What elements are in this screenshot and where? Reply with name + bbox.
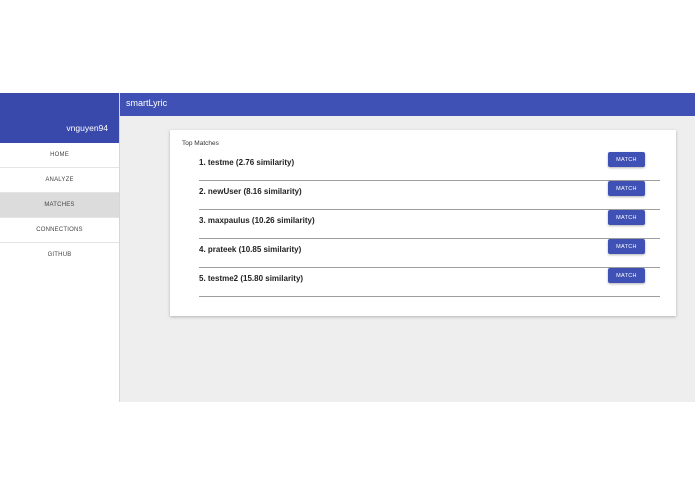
sidebar-item-matches[interactable]: MATCHES xyxy=(0,193,119,218)
match-row: 5. testme2 (15.80 similarity) MATCH xyxy=(199,267,660,297)
match-row: 4. prateek (10.85 similarity) MATCH xyxy=(199,238,660,268)
sidebar-item-home[interactable]: HOME xyxy=(0,143,119,168)
match-text: 2. newUser (8.16 similarity) xyxy=(199,187,302,196)
match-text: 4. prateek (10.85 similarity) xyxy=(199,245,302,254)
match-button[interactable]: MATCH xyxy=(608,181,645,196)
match-button[interactable]: MATCH xyxy=(608,210,645,225)
top-app-bar: smartLyric xyxy=(120,93,695,116)
match-text: 5. testme2 (15.80 similarity) xyxy=(199,274,304,283)
sidebar-item-connections[interactable]: CONNECTIONS xyxy=(0,218,119,243)
top-matches-card: Top Matches 1. testme (2.76 similarity) … xyxy=(170,130,676,316)
card-title: Top Matches xyxy=(182,140,219,147)
match-row: 2. newUser (8.16 similarity) MATCH xyxy=(199,180,660,210)
match-button[interactable]: MATCH xyxy=(608,268,645,283)
match-button[interactable]: MATCH xyxy=(608,152,645,167)
match-text: 3. maxpaulus (10.26 similarity) xyxy=(199,216,315,225)
app-title: smartLyric xyxy=(126,98,168,108)
sidebar: vnguyen94 HOME ANALYZE MATCHES CONNECTIO… xyxy=(0,93,120,402)
match-row: 3. maxpaulus (10.26 similarity) MATCH xyxy=(199,209,660,239)
sidebar-item-analyze[interactable]: ANALYZE xyxy=(0,168,119,193)
sidebar-item-github[interactable]: GITHUB xyxy=(0,243,119,267)
match-text: 1. testme (2.76 similarity) xyxy=(199,158,295,167)
sidebar-header: vnguyen94 xyxy=(0,93,119,143)
app-shell: vnguyen94 HOME ANALYZE MATCHES CONNECTIO… xyxy=(0,93,695,402)
match-row: 1. testme (2.76 similarity) MATCH xyxy=(199,151,660,181)
sidebar-nav: HOME ANALYZE MATCHES CONNECTIONS GITHUB xyxy=(0,143,119,267)
username: vnguyen94 xyxy=(66,123,108,133)
match-button[interactable]: MATCH xyxy=(608,239,645,254)
